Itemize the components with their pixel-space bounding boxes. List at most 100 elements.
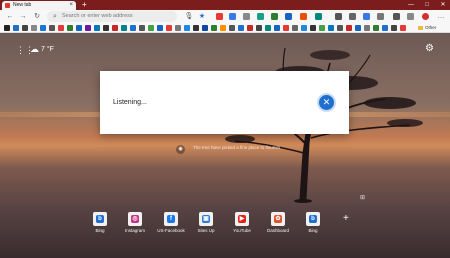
avatar[interactable] [422,13,429,20]
tab-title: New tab [13,2,32,8]
favorite-9-icon[interactable] [76,24,82,31]
share-icon[interactable] [363,13,370,20]
favorite-24-icon[interactable] [211,24,217,31]
stop-listening-button[interactable]: ✕ [319,95,334,110]
favorite-15-icon[interactable] [130,24,136,31]
favorite-23-icon[interactable] [202,24,208,31]
favorite-18-icon[interactable] [157,24,163,31]
extension-gray-icon[interactable] [243,13,250,20]
weather-icon[interactable]: ☁ [30,44,39,54]
forward-icon[interactable]: → [18,10,28,23]
favorite-19-icon[interactable] [166,24,172,31]
close-window-button[interactable]: ✕ [436,0,450,10]
quick-link-bing[interactable]: b Bing [84,212,116,233]
address-bar[interactable]: ⌕ Search or enter web address [47,11,177,22]
favorite-45-icon[interactable] [400,24,406,31]
quick-link-tile: ◎ [128,212,142,226]
tab-close-icon[interactable]: × [69,1,73,10]
extension-box-icon[interactable] [315,13,322,20]
new-tab-button[interactable]: + [82,0,87,10]
back-icon[interactable]: ← [5,10,15,23]
refresh-icon[interactable]: ↻ [32,10,42,23]
tab-new-tab[interactable]: New tab × [2,1,76,10]
favorite-star-icon[interactable]: ★ [197,10,207,23]
listening-status: Listening... [113,99,147,106]
favorite-26-icon[interactable] [229,24,235,31]
favorite-40-icon[interactable] [355,24,361,31]
favorite-7-icon[interactable] [58,24,64,31]
favorite-16-icon[interactable] [139,24,145,31]
favorite-35-icon[interactable] [310,24,316,31]
favorite-22-icon[interactable] [193,24,199,31]
microphone-icon[interactable]: 🎙 [184,10,194,23]
favorite-2-icon[interactable] [13,24,19,31]
camera-icon[interactable]: ◉ [176,145,185,154]
image-caption[interactable]: The tree have picked a fine place to flo… [193,145,303,151]
favorite-21-icon[interactable] [184,24,190,31]
favorite-43-icon[interactable] [382,24,388,31]
favorite-3-icon[interactable] [22,24,28,31]
dashboard-icon: ✿ [274,215,282,223]
extension-blue-icon[interactable] [229,13,236,20]
quick-link-label: Sites Up [197,228,215,233]
favorite-31-icon[interactable] [274,24,280,31]
favorite-10-icon[interactable] [85,24,91,31]
settings-more-icon[interactable]: … [436,10,446,23]
favorite-13-icon[interactable] [112,24,118,31]
quick-link-instagram[interactable]: ◎ Instagram [119,212,151,233]
quick-link-youtube[interactable]: ▶ YouTube [226,212,258,233]
temperature-text[interactable]: 7 °F [41,45,54,55]
favorites-bar: Other favorites [0,23,450,39]
expand-icon[interactable]: ⊞ [360,194,365,202]
add-quick-link-button[interactable]: + [343,214,349,224]
favorite-20-icon[interactable] [175,24,181,31]
account-icon[interactable] [393,13,400,20]
favorite-30-icon[interactable] [265,24,271,31]
favorite-42-icon[interactable] [373,24,379,31]
favorite-1-icon[interactable] [4,24,10,31]
quick-link-dashboard[interactable]: ✿ Dashboard [262,212,294,233]
favorite-17-icon[interactable] [148,24,154,31]
favorite-44-icon[interactable] [391,24,397,31]
favorite-29-icon[interactable] [256,24,262,31]
minimize-button[interactable]: — [404,0,418,10]
favorite-41-icon[interactable] [364,24,370,31]
quick-link-sites-up[interactable]: ▣ Sites Up [190,212,222,233]
favorite-12-icon[interactable] [103,24,109,31]
extension-green-icon[interactable] [271,13,278,20]
facebook-icon: f [167,215,175,223]
downloads-icon[interactable] [377,13,384,20]
page-settings-gear-icon[interactable]: ⚙ [425,44,434,54]
favorite-27-icon[interactable] [238,24,244,31]
restore-button[interactable]: □ [420,0,434,10]
quick-link-bing-2[interactable]: b Bing [297,212,329,233]
favorite-8-icon[interactable] [67,24,73,31]
favorite-25-icon[interactable] [220,24,226,31]
quick-link-label: Bing [308,228,318,233]
favorite-36-icon[interactable] [319,24,325,31]
youtube-icon: ▶ [238,215,246,223]
profile-icon[interactable] [349,13,356,20]
extension-orange-icon[interactable] [300,13,307,20]
favorite-4-icon[interactable] [31,24,37,31]
tab-favicon-icon [5,3,10,8]
quick-link-label: YouTube [233,228,251,233]
collections-icon[interactable] [335,13,342,20]
favorite-11-icon[interactable] [94,24,100,31]
quick-link-label: US-Facebook [157,228,185,233]
favorite-37-icon[interactable] [328,24,334,31]
favorite-33-icon[interactable] [292,24,298,31]
favorite-39-icon[interactable] [346,24,352,31]
extension-teal-icon[interactable] [257,13,264,20]
favorite-32-icon[interactable] [283,24,289,31]
quick-link-us-facebook[interactable]: f US-Facebook [155,212,187,233]
extension-red-icon[interactable] [216,13,223,20]
favorite-28-icon[interactable] [247,24,253,31]
favorite-34-icon[interactable] [301,24,307,31]
extension-shield-icon[interactable] [285,13,292,20]
favorite-38-icon[interactable] [337,24,343,31]
feedback-icon[interactable] [407,13,414,20]
favorite-14-icon[interactable] [121,24,127,31]
favorite-5-icon[interactable] [40,24,46,31]
favorite-6-icon[interactable] [49,24,55,31]
